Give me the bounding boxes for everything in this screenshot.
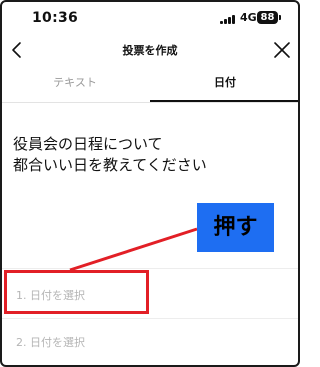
battery-icon: 88: [257, 11, 281, 24]
status-time: 10:36: [32, 10, 79, 26]
date-option-2[interactable]: 2. 日付を選択: [0, 320, 300, 364]
annotation-press-badge: 押す: [197, 203, 274, 252]
status-bar: 10:36 4G 88: [0, 0, 300, 34]
question-line-2: 都合いい日を教えてください: [13, 156, 207, 174]
tab-bar: テキスト 日付: [0, 66, 300, 103]
nav-bar: 投票を作成: [0, 34, 300, 66]
date-option-2-label: 2. 日付を選択: [16, 336, 85, 349]
page-title: 投票を作成: [122, 44, 178, 57]
divider: [0, 268, 300, 269]
tab-text[interactable]: テキスト: [0, 66, 150, 102]
poll-question[interactable]: 役員会の日程について 都合いい日を教えてください: [13, 134, 293, 176]
signal-icon: [220, 14, 238, 24]
annotation-highlight-box: [4, 270, 149, 314]
divider: [0, 318, 300, 319]
network-type: 4G: [240, 11, 257, 24]
tab-date[interactable]: 日付: [150, 66, 300, 102]
close-icon[interactable]: [272, 40, 292, 60]
question-line-1: 役員会の日程について: [13, 135, 163, 153]
